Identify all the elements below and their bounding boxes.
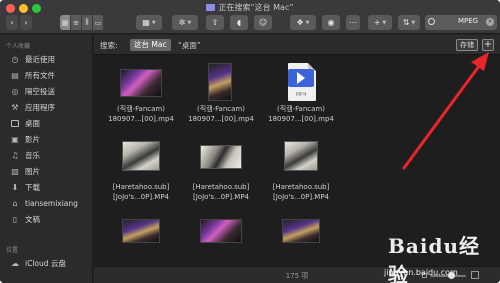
baidu-watermark: Baidu经验 jingyan.baidu.com [378,228,496,283]
arrow-head [471,52,489,71]
arrow-shaft [402,60,484,170]
watermark-url: jingyan.baidu.com [384,268,458,277]
